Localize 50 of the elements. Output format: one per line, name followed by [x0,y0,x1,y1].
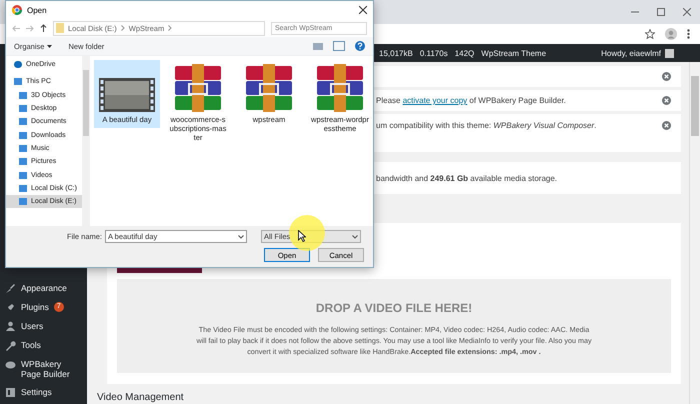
close-icon[interactable] [359,6,367,14]
sidebar-menu-item[interactable]: Settings [21,387,52,397]
scrollbar[interactable] [689,62,700,404]
avatar-icon[interactable] [665,48,674,58]
drop-zone-title: DROP A VIDEO FILE HERE! [314,301,474,315]
sidebar-menu-item[interactable]: Tools [21,340,41,350]
grid-icon [5,387,16,398]
notice-text: Please activate your copy of WPBakery Page Builder. [376,96,567,105]
wrench-icon [5,340,16,351]
archive-icon [315,64,365,112]
help-icon[interactable] [355,41,365,51]
notice-text: bandwidth and 249.61 Gb available media storage. [376,174,558,182]
user-icon [5,321,16,332]
admin-bar-stat[interactable]: 0.1170s [420,48,448,58]
dismiss-icon[interactable] [662,72,671,81]
section-heading: Video Management [97,392,185,403]
archive-icon [173,64,223,112]
brush-icon [5,283,16,294]
preview-pane-icon[interactable] [333,41,345,51]
chevron-down-icon[interactable] [238,234,244,238]
up-arrow-icon[interactable] [40,24,47,32]
dismiss-icon[interactable] [662,121,671,130]
browser-logo-icon [12,5,22,15]
scrollbar[interactable] [82,56,90,226]
mouse-pointer-icon [298,230,306,242]
admin-bar-stat[interactable]: 15,017kB [379,48,413,58]
chevron-icon [168,25,172,31]
maximize-icon[interactable] [657,8,665,16]
video-thumbnail [99,78,155,112]
archive-icon [244,64,294,112]
sidebar-menu-item[interactable]: Users [21,321,44,331]
dialog-title: Open [27,6,47,14]
cloud-icon [5,359,16,370]
bookmark-star-icon[interactable] [645,29,655,39]
cloud-icon [14,61,22,68]
profile-icon[interactable] [665,28,677,40]
user-greeting[interactable]: Howdy, eiaewlmf [601,48,661,58]
computer-icon [14,78,22,86]
dismiss-icon[interactable] [662,96,671,105]
admin-bar-stat[interactable]: 142Q [454,48,474,58]
sidebar-menu-item[interactable]: WPBakery Page Builder [21,359,81,379]
chevron-down-icon[interactable] [352,234,358,238]
chevron-icon [120,25,125,31]
activate-link[interactable]: activate your copy [402,96,468,105]
folder-icon [56,23,64,33]
site-name-link[interactable]: WpStream Theme [481,48,546,58]
sidebar-menu-item[interactable]: Appearance [21,283,67,293]
notice-text: um compatibility with this theme: WPBakery Visual Composer. [376,121,598,130]
menu-icon[interactable] [687,29,690,39]
sidebar-menu-item[interactable]: Plugins [21,302,49,312]
